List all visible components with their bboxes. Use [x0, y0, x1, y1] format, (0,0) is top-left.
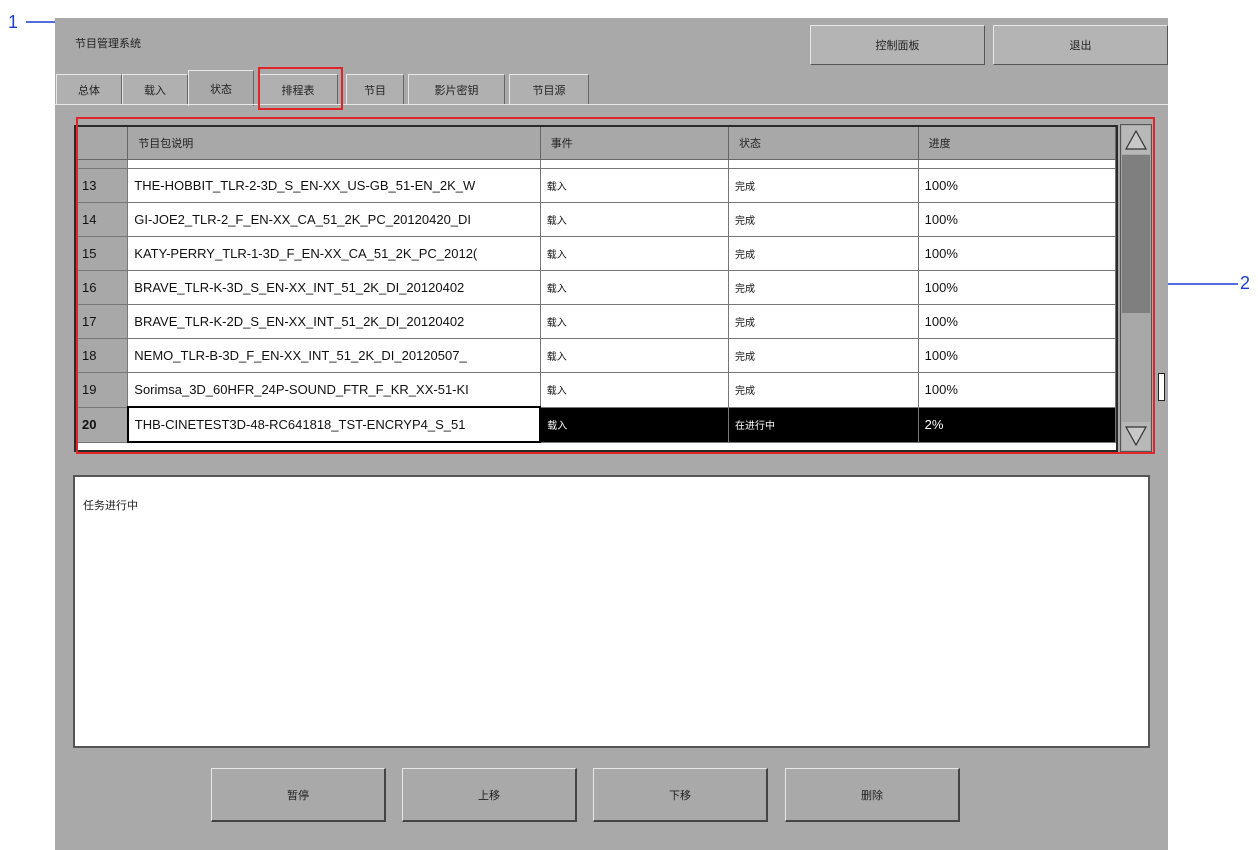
tab-overview[interactable]: 总体 — [56, 74, 122, 104]
log-text: 任务进行中 — [83, 499, 138, 512]
tab-film-keys[interactable]: 影片密钥 — [408, 74, 505, 104]
tab-programs[interactable]: 节目 — [346, 74, 404, 104]
app-title: 节目管理系统 — [75, 37, 141, 50]
move-down-button[interactable]: 下移 — [593, 768, 768, 822]
exit-button[interactable]: 退出 — [993, 25, 1168, 65]
resize-handle[interactable] — [1158, 373, 1165, 401]
pause-button[interactable]: 暂停 — [211, 768, 386, 822]
control-panel-button[interactable]: 控制面板 — [810, 25, 985, 65]
delete-button[interactable]: 删除 — [785, 768, 960, 822]
callout-2-label: 2 — [1240, 273, 1251, 293]
task-log-panel: 任务进行中 — [73, 475, 1150, 748]
tab-status[interactable]: 状态 — [188, 70, 254, 106]
move-up-button[interactable]: 上移 — [402, 768, 577, 822]
tab-program-source[interactable]: 节目源 — [509, 74, 589, 104]
schedule-tab-highlight — [258, 67, 343, 110]
status-table-highlight — [76, 117, 1155, 454]
tab-ingest[interactable]: 载入 — [122, 74, 188, 104]
tab-divider — [55, 104, 1168, 105]
